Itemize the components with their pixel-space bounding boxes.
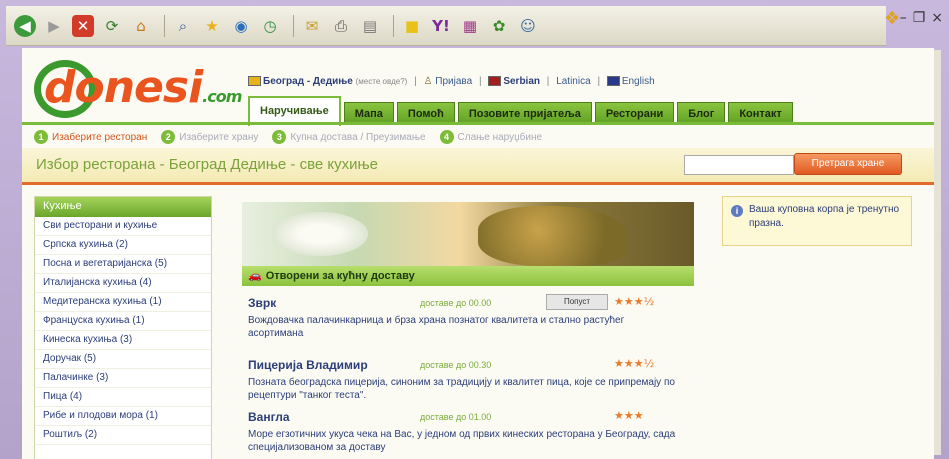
order-steps: 1 Изаберите ресторан 2 Изаберите храну 3 Ку… [34, 130, 542, 144]
close-icon[interactable]: × [931, 10, 943, 26]
lang-english-link[interactable]: English [622, 76, 655, 87]
toolbar-divider [393, 14, 394, 37]
shopping-cart-box: i Ваша куповна корпа је тренутно празна. [722, 196, 912, 246]
discuss-icon[interactable]: ■ [401, 15, 423, 37]
sidebar-item[interactable]: Кинеска кухиња (3) [35, 331, 211, 350]
step-1[interactable]: 1 Изаберите ресторан [34, 130, 147, 144]
messenger-icon[interactable]: ☺ [517, 15, 539, 37]
food-search-input[interactable] [684, 155, 794, 175]
top-links: Београд - Дедиње (месте овде?) | ♙ Прија… [248, 76, 655, 87]
sidebar-item[interactable]: Доручак (5) [35, 350, 211, 369]
browser-toolbar: ◀ ▶ ✕ ⟳ ⌂ ⌕ ★ ◉ ◷ ✉ ⎙ ▤ ■ Y! ▦ ✿ ☺ [6, 6, 886, 46]
rating-stars: ★★★½ [614, 357, 655, 370]
sidebar-item[interactable]: Медитеранска кухиња (1) [35, 293, 211, 312]
delivery-car-icon: 🚗 [248, 269, 262, 282]
toolbar-divider [164, 14, 165, 37]
login-link[interactable]: Пријава [435, 76, 472, 87]
banner-food [478, 206, 628, 266]
sidebar-item[interactable]: Рибе и плодови мора (1) [35, 407, 211, 426]
serbian-flag-icon [488, 76, 502, 87]
step-2: 2 Изаберите храну [161, 130, 258, 144]
stop-icon[interactable]: ✕ [72, 14, 94, 37]
minimize-icon[interactable]: – [900, 10, 907, 26]
toolbar-divider [293, 14, 294, 37]
history-icon[interactable]: ◷ [259, 15, 281, 37]
back-icon[interactable]: ◀ [14, 14, 36, 37]
refresh-icon[interactable]: ⟳ [101, 15, 123, 37]
restaurant-name[interactable]: Вангла [248, 410, 290, 424]
restaurant-name[interactable]: Зврк [248, 296, 276, 310]
sidebar-item[interactable]: Пица (4) [35, 388, 211, 407]
delivery-time: доставе до 00.30 [420, 360, 492, 370]
sidebar-item[interactable]: Италијанска кухиња (4) [35, 274, 211, 293]
logo-text: donesi.com [44, 62, 242, 113]
sidebar-item[interactable]: Сви ресторани и кухиње [35, 217, 211, 236]
step-3: 3 Купна достава / Преузимање [272, 130, 426, 144]
yahoo-icon[interactable]: Y! [430, 15, 452, 37]
nav-underline [22, 122, 934, 125]
restaurant-description: Позната београдска пицерија, синоним за … [248, 377, 675, 401]
sidebar-item[interactable]: Роштиљ (2) [35, 426, 211, 445]
mail-icon[interactable]: ✉ [301, 15, 323, 37]
cuisine-sidebar: Кухиње Сви ресторани и кухиње Српска кух… [34, 196, 212, 459]
banner-plate [272, 212, 368, 256]
sidebar-heading: Кухиње [35, 197, 211, 217]
edit-icon[interactable]: ▤ [359, 15, 381, 37]
favorites-icon[interactable]: ★ [201, 15, 223, 37]
forward-icon[interactable]: ▶ [43, 15, 65, 37]
rating-stars: ★★★½ [614, 295, 655, 308]
discount-button[interactable]: Попуст [546, 294, 608, 310]
msn-icon[interactable]: ✿ [488, 15, 510, 37]
cart-status: Ваша куповна корпа је тренутно празна. [749, 204, 900, 229]
restaurant-description: Вождовачка палачинкарница и брза храна п… [248, 315, 625, 339]
location-icon [248, 76, 261, 87]
windows-logo-icon: ❖ [884, 8, 901, 29]
maximize-icon[interactable]: ❐ [913, 10, 926, 26]
home-icon[interactable]: ⌂ [130, 15, 152, 37]
sidebar-item[interactable]: Палачинке (3) [35, 369, 211, 388]
section-heading: 🚗 Отворени за кућну доставу [242, 266, 694, 286]
site-logo[interactable]: donesi.com [34, 58, 242, 122]
lang-latinica-link[interactable]: Latinica [556, 76, 590, 87]
food-search-button[interactable]: Претрага хране [794, 153, 902, 175]
web-page: donesi.com Београд - Дедиње (месте овде?… [22, 48, 934, 459]
print-icon[interactable]: ⎙ [330, 15, 352, 37]
restaurant-name[interactable]: Пицерија Владимир [248, 358, 368, 372]
title-bar: Избор ресторана - Београд Дедиње - све к… [22, 148, 934, 185]
rating-stars: ★★★ [614, 409, 644, 422]
research-icon[interactable]: ▦ [459, 15, 481, 37]
food-banner-image [242, 202, 694, 266]
location-link[interactable]: Београд - Дедиње [263, 76, 353, 87]
english-flag-icon [606, 76, 620, 87]
delivery-time: доставе до 00.00 [420, 298, 492, 308]
lang-serbian-link[interactable]: Serbian [503, 76, 540, 87]
media-icon[interactable]: ◉ [230, 15, 252, 37]
window-controls: – ❐ × [900, 10, 943, 26]
step-4: 4 Слање наруџбине [439, 130, 542, 144]
user-icon: ♙ [423, 76, 433, 87]
search-icon[interactable]: ⌕ [172, 15, 194, 37]
sidebar-item[interactable]: Француска кухиња (1) [35, 312, 211, 331]
delivery-time: доставе до 01.00 [420, 412, 492, 422]
info-icon: i [731, 205, 743, 217]
restaurant-description: Море егзотичних укуса чека на Вас, у јед… [248, 429, 676, 453]
location-note[interactable]: (месте овде?) [356, 77, 408, 86]
sidebar-item[interactable]: Посна и вегетаријанска (5) [35, 255, 211, 274]
sidebar-item[interactable]: Српска кухиња (2) [35, 236, 211, 255]
page-title: Избор ресторана - Београд Дедиње - све к… [36, 156, 379, 173]
